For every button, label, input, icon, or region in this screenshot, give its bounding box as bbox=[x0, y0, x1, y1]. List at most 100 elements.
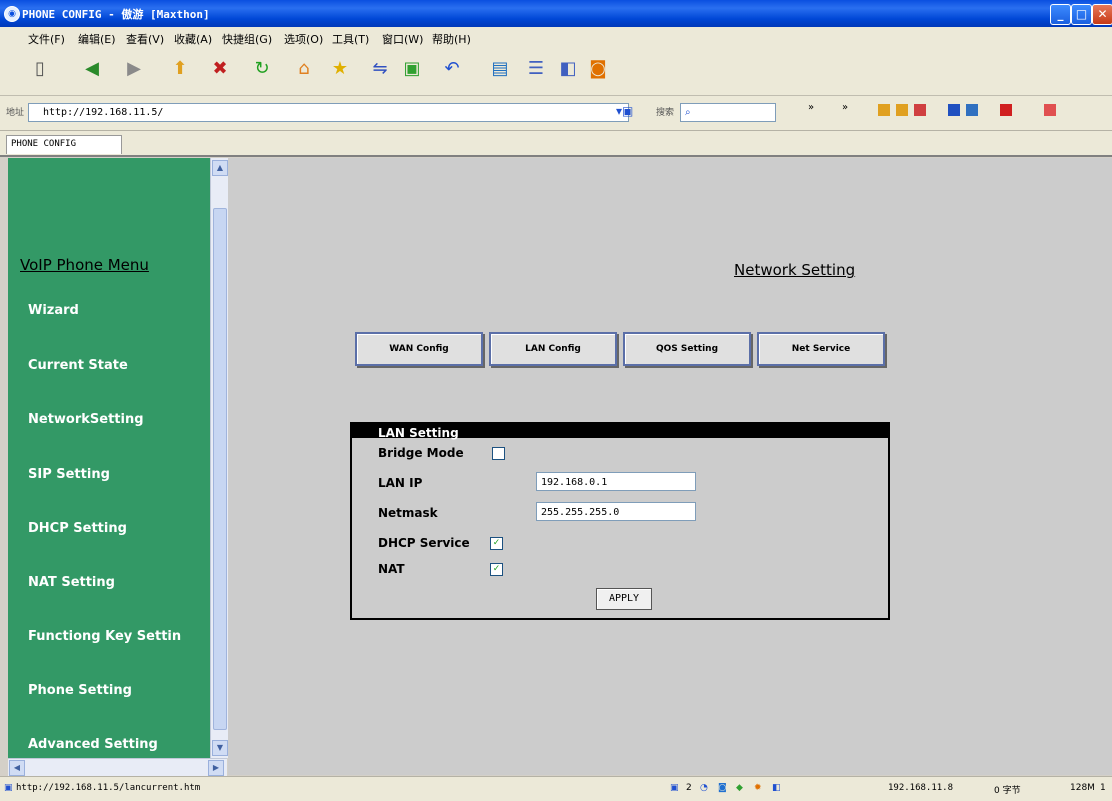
bridge-mode-checkbox[interactable] bbox=[492, 447, 505, 460]
address-input[interactable]: http://192.168.11.5/ bbox=[28, 103, 629, 122]
sidebar-item-dhcp-setting[interactable]: DHCP Setting bbox=[28, 521, 127, 536]
app-icon: ◉ bbox=[4, 6, 20, 22]
more-chevron-icon[interactable]: » bbox=[842, 102, 848, 113]
page-title[interactable]: Network Setting bbox=[734, 261, 855, 279]
go-icon[interactable]: ▾▣ bbox=[616, 104, 633, 118]
sidebar-menu: VoIP Phone Menu Wizard Current State Net… bbox=[8, 158, 210, 758]
address-bar: 地址 http://192.168.11.5/ ▾▣ 搜索 ⌕ » » bbox=[0, 96, 1112, 131]
tab-phone-config[interactable]: PHONE CONFIG bbox=[6, 135, 122, 154]
lan-setting-panel: LAN Setting Bridge Mode LAN IP 192.168.0… bbox=[350, 422, 890, 620]
new-page-icon[interactable]: ▯ bbox=[28, 57, 52, 81]
menu-window[interactable]: 窗口(W) bbox=[382, 31, 423, 47]
stop-icon[interactable]: ✖ bbox=[208, 57, 232, 81]
back-icon[interactable]: ◀ bbox=[80, 57, 104, 81]
lan-ip-label: LAN IP bbox=[378, 476, 423, 490]
title-bar: ◉ PHONE CONFIG - 傲游 [Maxthon] _ □ ✕ bbox=[0, 0, 1112, 27]
sidebar-title[interactable]: VoIP Phone Menu bbox=[20, 256, 149, 274]
sidebar-item-current-state[interactable]: Current State bbox=[28, 358, 128, 373]
scroll-down-icon[interactable]: ▼ bbox=[212, 740, 228, 756]
menu-options[interactable]: 选项(O) bbox=[284, 31, 323, 47]
plugin-icon[interactable] bbox=[896, 104, 908, 116]
sidebar-item-function-key-setting[interactable]: Functiong Key Settin bbox=[28, 629, 181, 644]
split-icon[interactable]: ◧ bbox=[556, 57, 580, 81]
menu-bar: 文件(F) 编辑(E) 查看(V) 收藏(A) 快捷组(G) 选项(O) 工具(… bbox=[0, 27, 1112, 49]
menu-help[interactable]: 帮助(H) bbox=[432, 31, 471, 47]
qos-setting-button[interactable]: QOS Setting bbox=[623, 332, 751, 366]
download-icon[interactable]: ◙ bbox=[718, 783, 727, 793]
close-button[interactable]: ✕ bbox=[1092, 4, 1112, 25]
sidebar-item-advanced-setting[interactable]: Advanced Setting bbox=[28, 737, 158, 752]
nat-label: NAT bbox=[378, 562, 405, 576]
menu-favorites[interactable]: 收藏(A) bbox=[174, 31, 212, 47]
plugin-icon[interactable] bbox=[966, 104, 978, 116]
tools-icon[interactable]: ▤ bbox=[488, 57, 512, 81]
menu-file[interactable]: 文件(F) bbox=[28, 31, 65, 47]
status-bytes: 0 字节 bbox=[994, 786, 1021, 796]
sidebar-vertical-scrollbar[interactable]: ▲ ▼ bbox=[210, 158, 228, 758]
page-status-icon: ▣ bbox=[4, 783, 13, 793]
rss-icon[interactable]: ◙ bbox=[586, 57, 610, 81]
popup-block-icon[interactable]: ▣ bbox=[670, 783, 679, 793]
ad-filter-icon[interactable]: ◔ bbox=[700, 783, 708, 793]
plugin-icon[interactable] bbox=[948, 104, 960, 116]
plugin-icon[interactable] bbox=[1044, 104, 1056, 116]
bridge-mode-label: Bridge Mode bbox=[378, 446, 464, 460]
scroll-thumb[interactable] bbox=[213, 208, 227, 730]
forward-icon[interactable]: ▶ bbox=[122, 57, 146, 81]
content-frame: Network Setting WAN Config LAN Config QO… bbox=[228, 158, 1112, 775]
sidebar-item-phone-setting[interactable]: Phone Setting bbox=[28, 683, 132, 698]
plugin-icon[interactable] bbox=[1000, 104, 1012, 116]
network-icon[interactable]: ◧ bbox=[772, 783, 781, 793]
scroll-left-icon[interactable]: ◀ bbox=[9, 760, 25, 776]
tab-bar: PHONE CONFIG bbox=[0, 131, 1112, 157]
sidebar-item-nat-setting[interactable]: NAT Setting bbox=[28, 575, 115, 590]
netmask-label: Netmask bbox=[378, 506, 438, 520]
status-page: 1 bbox=[1100, 783, 1106, 793]
net-service-button[interactable]: Net Service bbox=[757, 332, 885, 366]
up-icon[interactable]: ⬆ bbox=[168, 57, 192, 81]
status-ip: 192.168.11.8 bbox=[888, 783, 954, 793]
status-url: http://192.168.11.5/lancurrent.htm bbox=[16, 783, 201, 793]
sidebar-toggle-icon[interactable]: ☰ bbox=[524, 57, 548, 81]
search-icon[interactable]: ⌕ bbox=[685, 107, 691, 118]
lan-ip-input[interactable]: 192.168.0.1 bbox=[536, 472, 696, 491]
status-count: 2 bbox=[686, 783, 692, 793]
search-input[interactable]: ⌕ bbox=[680, 103, 776, 122]
sidebar-horizontal-scrollbar[interactable]: ◀ ▶ bbox=[8, 758, 227, 776]
more-chevron-icon[interactable]: » bbox=[808, 102, 814, 113]
sidebar-item-sip-setting[interactable]: SIP Setting bbox=[28, 467, 110, 482]
apply-button[interactable]: APPLY bbox=[596, 588, 652, 610]
proxy-icon[interactable]: ◆ bbox=[736, 783, 743, 793]
maximize-button[interactable]: □ bbox=[1071, 4, 1092, 25]
menu-groups[interactable]: 快捷组(G) bbox=[222, 31, 272, 47]
menu-view[interactable]: 查看(V) bbox=[126, 31, 164, 47]
scroll-up-icon[interactable]: ▲ bbox=[212, 160, 228, 176]
status-memory: 128M bbox=[1070, 783, 1095, 793]
home-icon[interactable]: ⌂ bbox=[292, 57, 316, 81]
netmask-input[interactable]: 255.255.255.0 bbox=[536, 502, 696, 521]
window-title: PHONE CONFIG - 傲游 [Maxthon] bbox=[22, 8, 210, 21]
menu-tools[interactable]: 工具(T) bbox=[332, 31, 369, 47]
favorites-star-icon[interactable]: ★ bbox=[328, 57, 352, 81]
minimize-button[interactable]: _ bbox=[1050, 4, 1071, 25]
nat-checkbox[interactable]: ✓ bbox=[490, 563, 503, 576]
search-label: 搜索 bbox=[656, 108, 675, 118]
refresh-icon[interactable]: ↻ bbox=[250, 57, 274, 81]
menu-edit[interactable]: 编辑(E) bbox=[78, 31, 116, 47]
dhcp-service-label: DHCP Service bbox=[378, 536, 470, 550]
lan-config-button[interactable]: LAN Config bbox=[489, 332, 617, 366]
address-label: 地址 bbox=[6, 108, 25, 118]
screenshot-icon[interactable]: ▣ bbox=[400, 57, 424, 81]
plugin-icon[interactable] bbox=[914, 104, 926, 116]
lan-setting-header: LAN Setting bbox=[352, 424, 888, 440]
sidebar-item-network-setting[interactable]: NetworkSetting bbox=[28, 412, 144, 427]
plugin-icon[interactable] bbox=[878, 104, 890, 116]
scroll-right-icon[interactable]: ▶ bbox=[208, 760, 224, 776]
groups-icon[interactable]: ⇋ bbox=[368, 57, 392, 81]
settings-icon[interactable]: ✹ bbox=[754, 783, 762, 793]
wan-config-button[interactable]: WAN Config bbox=[355, 332, 483, 366]
dhcp-service-checkbox[interactable]: ✓ bbox=[490, 537, 503, 550]
toolbar: ▯ ◀ ▶ ⬆ ✖ ↻ ⌂ ★ ⇋ ▣ ↶ ▤ ☰ ◧ ◙ bbox=[0, 49, 1112, 96]
undo-close-icon[interactable]: ↶ bbox=[440, 57, 464, 81]
sidebar-item-wizard[interactable]: Wizard bbox=[28, 303, 79, 318]
